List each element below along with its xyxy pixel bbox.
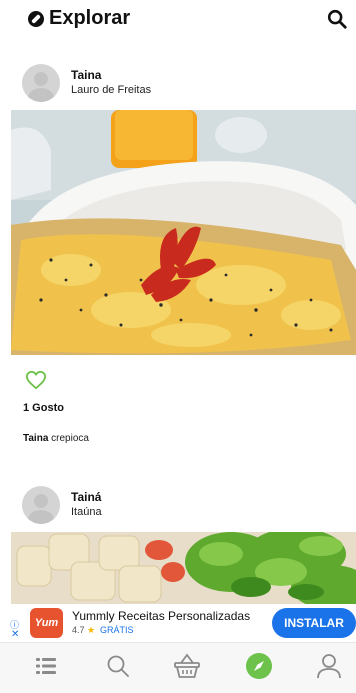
ad-rating-value: 4.7 <box>72 625 85 635</box>
search-icon[interactable] <box>326 8 348 30</box>
likes-count[interactable]: 1 Gosto <box>23 402 64 414</box>
post-location: Lauro de Freitas <box>71 84 152 96</box>
post-caption: Taina crepioca <box>23 433 89 444</box>
ad-rating: 4.7 ★ <box>72 625 95 636</box>
ad-close-icon[interactable]: ✕ <box>11 629 19 640</box>
bottom-nav <box>0 642 356 693</box>
profile-icon[interactable] <box>314 651 344 681</box>
star-icon: ★ <box>87 625 96 635</box>
post-username[interactable]: Tainá <box>71 490 101 504</box>
post-header[interactable]: Tainá Itaúna <box>0 486 356 532</box>
ad-app-name[interactable]: Yummly Receitas Personalizadas <box>72 609 250 623</box>
app-header: Explorar <box>0 0 356 40</box>
compass-icon <box>28 11 44 27</box>
ad-price: GRÁTIS <box>100 625 134 635</box>
page-title: Explorar <box>49 7 131 29</box>
ad-banner[interactable]: ⓘ ✕ Yum Yummly Receitas Personalizadas 4… <box>0 604 356 642</box>
caption-text: crepioca <box>48 433 89 444</box>
list-icon[interactable] <box>31 651 61 681</box>
avatar[interactable] <box>22 486 60 524</box>
caption-username[interactable]: Taina <box>23 433 48 444</box>
post-photo[interactable] <box>11 110 356 355</box>
compass-icon[interactable] <box>244 651 274 681</box>
post-location: Itaúna <box>71 506 102 518</box>
install-button[interactable]: INSTALAR <box>272 608 356 638</box>
ad-app-logo[interactable]: Yum <box>30 608 63 638</box>
heart-icon[interactable] <box>25 370 47 390</box>
avatar[interactable] <box>22 64 60 102</box>
post-photo[interactable] <box>11 532 356 604</box>
search-icon[interactable] <box>103 651 133 681</box>
post-username[interactable]: Taina <box>71 68 101 82</box>
basket-icon[interactable] <box>172 651 202 681</box>
post-header[interactable]: Taina Lauro de Freitas <box>0 64 356 110</box>
